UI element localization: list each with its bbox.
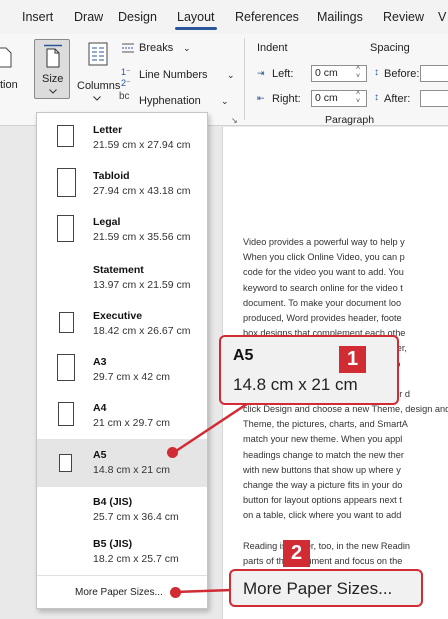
- callout-connectors: [172, 390, 266, 594]
- callout-a5-dims: 14.8 cm x 21 cm: [233, 375, 358, 394]
- step-2-badge: 2: [283, 540, 310, 567]
- callout-a5-title: A5: [233, 347, 254, 364]
- callout-more-paper-sizes: More Paper Sizes...: [229, 569, 423, 607]
- callout-a5-zoom: A5 14.8 cm x 21 cm: [219, 335, 399, 405]
- callout-more-text: More Paper Sizes...: [243, 579, 393, 598]
- callout-2-marker: [170, 587, 181, 598]
- callout-1-marker: [167, 447, 178, 458]
- step-1-badge: 1: [339, 346, 366, 373]
